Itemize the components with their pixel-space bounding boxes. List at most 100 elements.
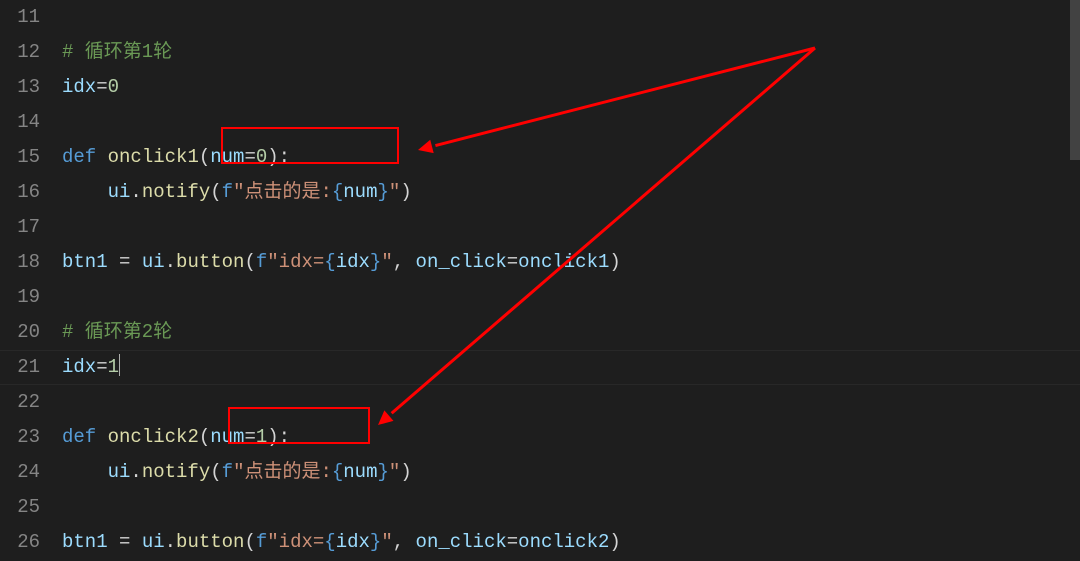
token-num: 1 (256, 426, 267, 448)
token-str: "点击的是: (233, 461, 332, 483)
code-line[interactable]: 23def onclick2(num=1): (0, 420, 1080, 455)
token-str: " (389, 461, 400, 483)
token-brace: } (378, 461, 389, 483)
code-line[interactable]: 20# 循环第2轮 (0, 315, 1080, 350)
token-punct: . (130, 461, 141, 483)
line-number: 17 (0, 210, 62, 245)
code-content[interactable]: # 循环第2轮 (62, 315, 172, 350)
line-number: 23 (0, 420, 62, 455)
code-content[interactable]: def onclick2(num=1): (62, 420, 290, 455)
token-kw: f (222, 181, 233, 203)
code-content[interactable]: ui.notify(f"点击的是:{num}") (62, 455, 412, 490)
token-kw: f (256, 251, 267, 273)
line-number: 20 (0, 315, 62, 350)
token-punct: . (165, 531, 176, 553)
scrollbar-track[interactable] (1066, 0, 1080, 561)
token-op: = (96, 356, 107, 378)
token-punct: ( (210, 461, 221, 483)
token-punct: ( (210, 181, 221, 203)
token-fn: notify (142, 461, 210, 483)
token-str: "idx= (267, 251, 324, 273)
scrollbar-thumb[interactable] (1070, 0, 1080, 160)
token-var: ui (108, 461, 131, 483)
code-line[interactable]: 19 (0, 280, 1080, 315)
token-num: 0 (256, 146, 267, 168)
code-line[interactable]: 26btn1 = ui.button(f"idx={idx}", on_clic… (0, 525, 1080, 560)
line-number: 18 (0, 245, 62, 280)
code-line[interactable]: 24 ui.notify(f"点击的是:{num}") (0, 455, 1080, 490)
token-brace: { (332, 181, 343, 203)
token-var: num (343, 461, 377, 483)
token-str: "点击的是: (233, 181, 332, 203)
code-content[interactable]: idx=1 (62, 350, 120, 385)
token-punct: . (130, 181, 141, 203)
code-content[interactable]: def onclick1(num=0): (62, 140, 290, 175)
code-line[interactable]: 17 (0, 210, 1080, 245)
token-var: on_click (416, 251, 507, 273)
code-line[interactable]: 16 ui.notify(f"点击的是:{num}") (0, 175, 1080, 210)
token-comment: # 循环第1轮 (62, 41, 172, 63)
token-var: btn1 (62, 531, 108, 553)
token-kw: def (62, 426, 96, 448)
token-var: ui (108, 181, 131, 203)
code-content[interactable]: ui.notify(f"点击的是:{num}") (62, 175, 412, 210)
code-content[interactable]: btn1 = ui.button(f"idx={idx}", on_click=… (62, 245, 621, 280)
text-cursor (119, 354, 120, 376)
token-punct: ( (199, 146, 210, 168)
token-punct: ( (244, 251, 255, 273)
code-line[interactable]: 11 (0, 0, 1080, 35)
code-line[interactable]: 21idx=1 (0, 350, 1080, 385)
token-brace: } (378, 181, 389, 203)
token-op: = (507, 251, 518, 273)
code-line[interactable]: 14 (0, 105, 1080, 140)
token-str: " (381, 251, 392, 273)
token-punct: . (165, 251, 176, 273)
token-punct: ) (609, 531, 620, 553)
code-line[interactable]: 12# 循环第1轮 (0, 35, 1080, 70)
code-editor[interactable]: 1112# 循环第1轮13idx=01415def onclick1(num=0… (0, 0, 1080, 561)
line-number: 11 (0, 0, 62, 35)
token-punct: ( (244, 531, 255, 553)
line-number: 22 (0, 385, 62, 420)
token-str: "idx= (267, 531, 324, 553)
token-punct: ): (267, 426, 290, 448)
token-var: num (210, 426, 244, 448)
code-line[interactable]: 25 (0, 490, 1080, 525)
code-line[interactable]: 13idx=0 (0, 70, 1080, 105)
token-op: = (244, 146, 255, 168)
token-var: idx (62, 76, 96, 98)
token-op: = (507, 531, 518, 553)
line-number: 24 (0, 455, 62, 490)
line-number: 19 (0, 280, 62, 315)
code-line[interactable]: 18btn1 = ui.button(f"idx={idx}", on_clic… (0, 245, 1080, 280)
token-kw: def (62, 146, 96, 168)
code-line[interactable]: 15def onclick1(num=0): (0, 140, 1080, 175)
line-number: 21 (0, 350, 62, 385)
token-var: idx (62, 356, 96, 378)
token-kw: f (222, 461, 233, 483)
token-var: num (343, 181, 377, 203)
token-op: = (119, 531, 130, 553)
line-number: 13 (0, 70, 62, 105)
token-fn: button (176, 251, 244, 273)
token-fn: notify (142, 181, 210, 203)
token-str: " (389, 181, 400, 203)
token-var: idx (336, 251, 370, 273)
token-op: = (119, 251, 130, 273)
token-comment: # 循环第2轮 (62, 321, 172, 343)
token-punct: ): (267, 146, 290, 168)
token-var: num (210, 146, 244, 168)
token-punct: ) (609, 251, 620, 273)
line-number: 14 (0, 105, 62, 140)
line-number: 26 (0, 525, 62, 560)
token-num: 0 (108, 76, 119, 98)
code-content[interactable]: # 循环第1轮 (62, 35, 172, 70)
code-content[interactable]: idx=0 (62, 70, 119, 105)
line-number: 16 (0, 175, 62, 210)
token-var: btn1 (62, 251, 108, 273)
token-var: idx (336, 531, 370, 553)
token-punct: ( (199, 426, 210, 448)
code-line[interactable]: 22 (0, 385, 1080, 420)
token-var: onclick2 (518, 531, 609, 553)
code-content[interactable]: btn1 = ui.button(f"idx={idx}", on_click=… (62, 525, 621, 560)
